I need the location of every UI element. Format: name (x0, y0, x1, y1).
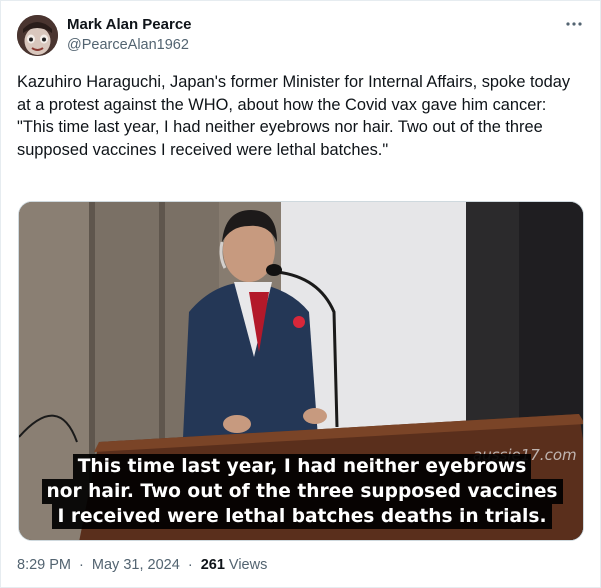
tweet-meta: 8:29 PM · May 31, 2024 · 261 Views (17, 557, 267, 573)
subtitle-line-1: This time last year, I had neither eyebr… (72, 454, 532, 479)
video-subtitles: This time last year, I had neither eyebr… (19, 454, 583, 529)
meta-separator: · (187, 557, 193, 573)
views-count[interactable]: 261 (201, 557, 225, 573)
subtitle-line-2: nor hair. Two out of the three supposed … (41, 479, 563, 504)
author-handle[interactable]: @PearceAlan1962 (67, 37, 189, 53)
views-label: Views (228, 557, 268, 573)
tweet-paragraph-2: "This time last year, I had neither eyeb… (17, 118, 543, 159)
more-dots-icon (566, 22, 582, 26)
tweet-text: Kazuhiro Haraguchi, Japan's former Minis… (17, 71, 587, 161)
tweet-date[interactable]: May 31, 2024 (92, 557, 180, 573)
subtitle-line-3: I received were lethal batches deaths in… (52, 504, 552, 529)
tweet-paragraph-1: Kazuhiro Haraguchi, Japan's former Minis… (17, 73, 571, 114)
tweet-media-video[interactable]: aussie17.com This time last year, I had … (18, 201, 584, 541)
tweet-card: Mark Alan Pearce @PearceAlan1962 Kazuhir… (0, 0, 601, 588)
tweet-time[interactable]: 8:29 PM (17, 557, 71, 573)
author-name[interactable]: Mark Alan Pearce (67, 16, 192, 33)
meta-separator: · (79, 557, 84, 573)
profile-avatar[interactable] (17, 15, 58, 56)
more-options-button[interactable] (561, 11, 587, 37)
avatar-image (17, 15, 58, 56)
